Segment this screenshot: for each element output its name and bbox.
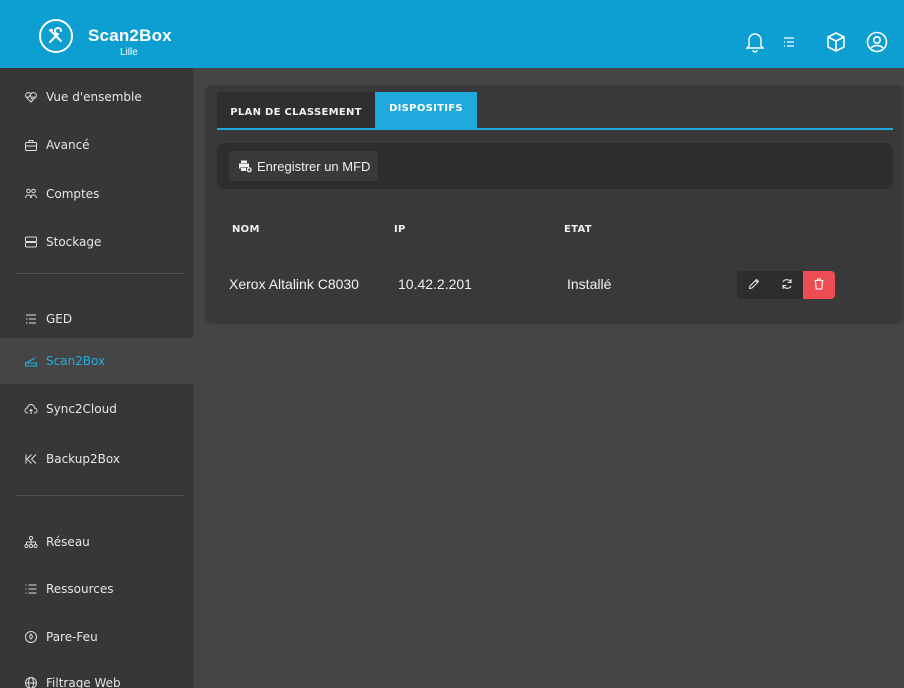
device-status-cell: Installé [567,276,612,292]
column-header-ip: IP [394,224,406,235]
users-icon [24,187,38,201]
register-mfd-label: Enregistrer un MFD [257,158,371,174]
sidebar-item-label: Backup2Box [46,452,120,466]
pencil-icon [747,276,761,295]
tabs-underline [217,128,893,130]
sidebar-item-sync2cloud[interactable]: Sync2Cloud [0,386,193,432]
sidebar-item-ressources[interactable]: Ressources [0,566,193,612]
trash-icon [812,276,826,295]
sidebar-item-label: Ressources [46,582,114,596]
sidebar-item-label: Scan2Box [46,354,106,368]
edit-button[interactable] [737,271,771,299]
list-icon[interactable] [782,35,804,57]
sidebar-item-label: Vue d'ensemble [46,90,142,104]
sidebar-divider [16,495,184,496]
sidebar-divider [16,273,184,274]
sidebar-item-ged[interactable]: GED [0,296,193,342]
sidebar-item-filtrage-web[interactable]: Filtrage Web [0,660,193,688]
sidebar-item-label: Filtrage Web [46,676,121,688]
sidebar-item-stockage[interactable]: Stockage [0,219,193,265]
toolbox-icon [24,138,38,152]
user-circle-icon[interactable] [866,31,888,53]
rewind-icon [24,452,38,466]
storage-icon [24,235,38,249]
register-mfd-button[interactable]: Enregistrer un MFD [229,151,378,181]
sidebar-item-label: Réseau [46,535,90,549]
delete-button[interactable] [803,271,835,299]
refresh-icon [780,276,794,295]
tab-dispositifs[interactable]: DISPOSITIFS [375,92,477,128]
device-name-cell: Xerox Altalink C8030 [229,276,359,292]
sidebar-item-backup2box[interactable]: Backup2Box [0,436,193,482]
column-header-etat: ETAT [564,224,592,235]
firewall-icon [24,630,38,644]
sidebar-item-avance[interactable]: Avancé [0,122,193,168]
sidebar-item-comptes[interactable]: Comptes [0,171,193,217]
tab-plan-de-classement[interactable]: PLAN DE CLASSEMENT [217,92,375,128]
sidebar-item-label: Avancé [46,138,90,152]
app-title: Scan2Box [88,26,172,45]
scan-icon [24,354,38,368]
sidebar: Vue d'ensemble Avancé Comptes Stockage G… [0,68,193,688]
tools-logo-icon[interactable] [39,19,73,53]
network-icon [24,535,38,549]
sidebar-item-label: Pare-Feu [46,630,98,644]
heart-pulse-icon [24,90,38,104]
cloud-upload-icon [24,402,38,416]
sidebar-item-vue-ensemble[interactable]: Vue d'ensemble [0,74,193,120]
sidebar-item-reseau[interactable]: Réseau [0,519,193,565]
sidebar-item-label: Stockage [46,235,102,249]
sidebar-item-scan2box[interactable]: Scan2Box [0,338,193,384]
list-check-icon [24,312,38,326]
sidebar-item-label: GED [46,312,73,326]
column-header-nom: NOM [232,224,260,235]
sidebar-item-label: Sync2Cloud [46,402,117,416]
sync-button[interactable] [771,271,803,299]
device-ip-cell: 10.42.2.201 [398,276,472,292]
top-header: Scan2Box Lille [0,0,904,68]
bell-icon[interactable] [745,31,767,53]
box-icon[interactable] [825,31,847,53]
list-icon [24,582,38,596]
printer-add-icon [238,159,252,173]
sidebar-item-pare-feu[interactable]: Pare-Feu [0,614,193,660]
globe-icon [24,676,38,688]
site-name: Lille [120,47,138,58]
sidebar-item-label: Comptes [46,187,100,201]
